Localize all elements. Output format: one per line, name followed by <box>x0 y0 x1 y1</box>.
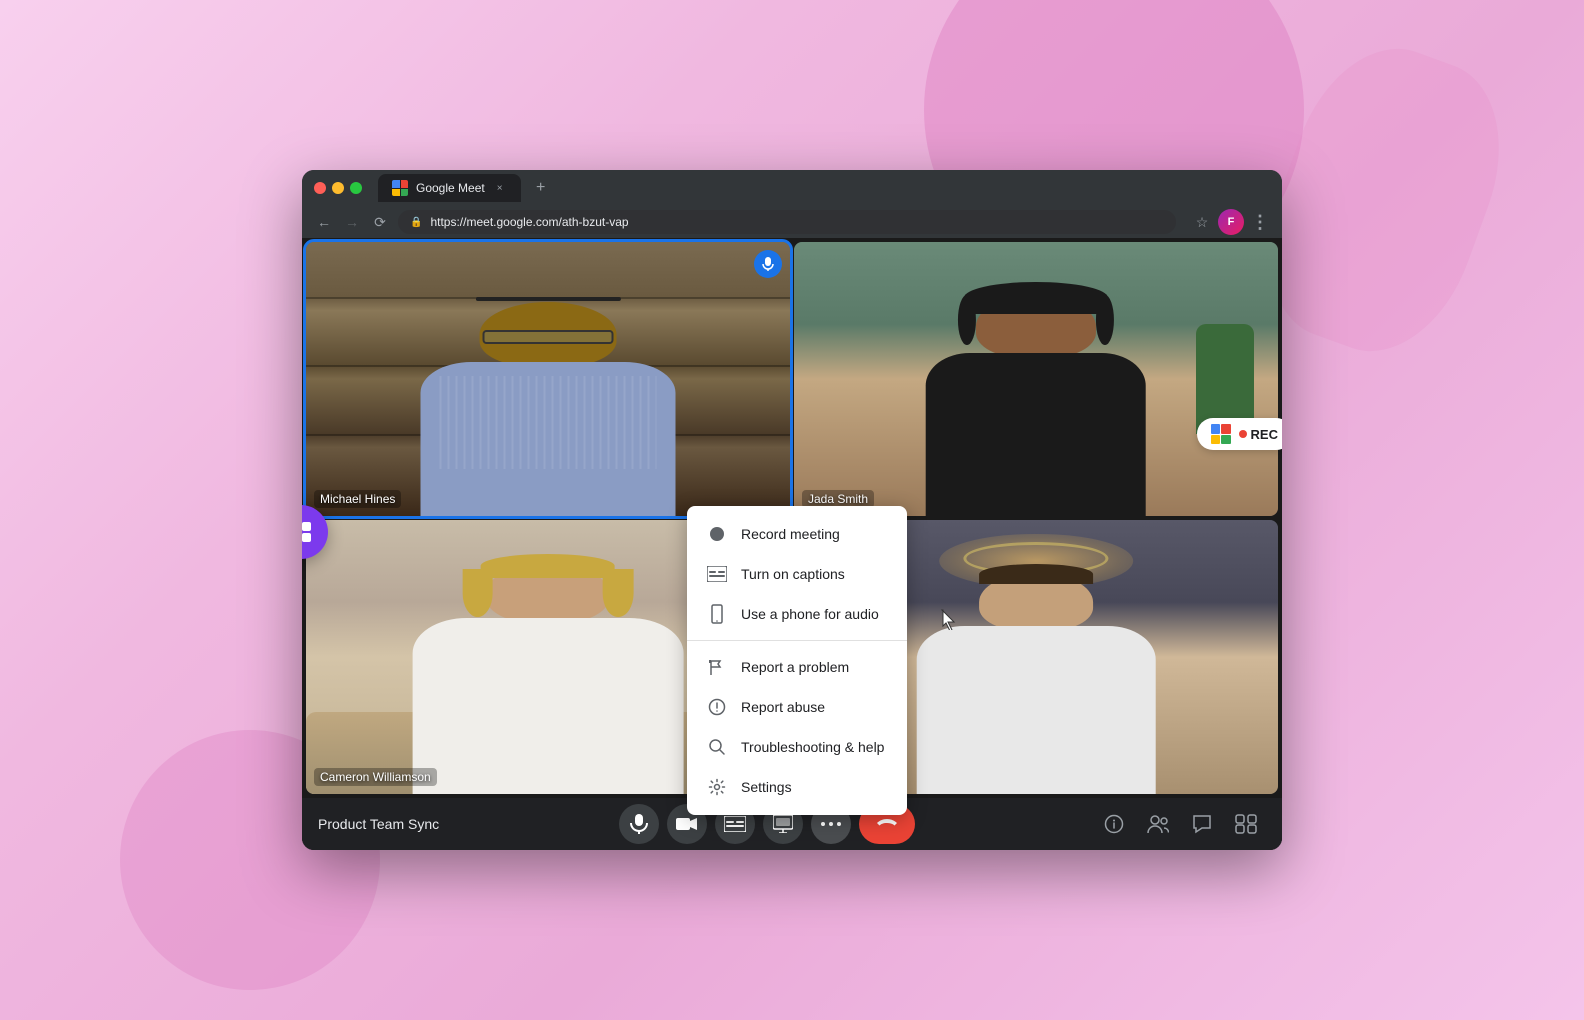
video-tile-michael: Michael Hines <box>306 242 790 516</box>
browser-addressbar: ← → ⟳ 🔒 https://meet.google.com/ath-bzut… <box>302 206 1282 238</box>
traffic-lights <box>314 182 362 194</box>
browser-chrome: Google Meet × + ← → ⟳ 🔒 https://meet.goo… <box>302 170 1282 238</box>
new-tab-button[interactable]: + <box>529 176 553 200</box>
search-svg <box>708 738 726 756</box>
toolbar-right <box>1094 804 1266 844</box>
participant-name-cameron: Cameron Williamson <box>314 768 437 786</box>
more-options-button[interactable]: ⋮ <box>1250 212 1270 232</box>
present-toolbar-icon <box>773 815 793 833</box>
menu-item-phone-label: Use a phone for audio <box>741 606 879 622</box>
mic-icon <box>762 257 774 271</box>
context-menu: Record meeting Turn on captions <box>687 506 907 815</box>
warning-svg <box>708 698 726 716</box>
participant-name-michael: Michael Hines <box>314 490 401 508</box>
activities-button[interactable] <box>1226 804 1266 844</box>
chat-icon <box>1192 814 1212 834</box>
record-svg <box>708 525 726 543</box>
search-icon <box>707 737 727 757</box>
tab-title: Google Meet <box>416 181 485 195</box>
people-icon <box>1147 814 1169 834</box>
microphone-button[interactable] <box>619 804 659 844</box>
refresh-button[interactable]: ⟳ <box>370 212 390 232</box>
menu-divider-1 <box>687 640 907 641</box>
menu-item-settings-label: Settings <box>741 779 792 795</box>
menu-item-phone[interactable]: Use a phone for audio <box>687 594 907 634</box>
back-button[interactable]: ← <box>314 212 334 232</box>
menu-item-settings[interactable]: Settings <box>687 767 907 807</box>
menu-item-captions[interactable]: Turn on captions <box>687 554 907 594</box>
meet-content: Michael Hines <box>302 238 1282 850</box>
close-button[interactable] <box>314 182 326 194</box>
menu-item-report-abuse[interactable]: Report abuse <box>687 687 907 727</box>
info-button[interactable] <box>1094 804 1134 844</box>
rec-indicator: REC <box>1239 427 1278 442</box>
captions-icon <box>707 564 727 584</box>
mic-indicator-michael <box>754 250 782 278</box>
menu-item-troubleshoot[interactable]: Troubleshooting & help <box>687 727 907 767</box>
menu-item-report-abuse-label: Report abuse <box>741 699 825 715</box>
bookmark-button[interactable]: ☆ <box>1192 212 1212 232</box>
lock-icon: 🔒 <box>410 217 422 228</box>
captions-toolbar-icon <box>724 816 746 832</box>
menu-item-report-problem[interactable]: Report a problem <box>687 647 907 687</box>
settings-svg <box>708 778 726 796</box>
address-bar[interactable]: 🔒 https://meet.google.com/ath-bzut-vap <box>398 210 1176 234</box>
menu-item-report-problem-label: Report a problem <box>741 659 849 675</box>
people-button[interactable] <box>1138 804 1178 844</box>
phone-icon <box>707 604 727 624</box>
meeting-name: Product Team Sync <box>318 816 439 832</box>
warning-icon <box>707 697 727 717</box>
tab-close-button[interactable]: × <box>493 181 507 195</box>
menu-item-record[interactable]: Record meeting <box>687 514 907 554</box>
mic-toolbar-icon <box>630 814 648 834</box>
browser-titlebar: Google Meet × + <box>302 170 1282 206</box>
activities-icon <box>1235 814 1257 834</box>
menu-item-troubleshoot-label: Troubleshooting & help <box>741 739 884 755</box>
flag-icon <box>707 657 727 677</box>
menu-item-captions-label: Turn on captions <box>741 566 845 582</box>
settings-icon <box>707 777 727 797</box>
url-text: https://meet.google.com/ath-bzut-vap <box>430 215 628 229</box>
browser-window: Google Meet × + ← → ⟳ 🔒 https://meet.goo… <box>302 170 1282 850</box>
phone-svg <box>709 604 725 624</box>
google-meet-rec-icon <box>1211 424 1231 444</box>
profile-avatar[interactable]: F <box>1218 209 1244 235</box>
browser-actions: ☆ F ⋮ <box>1192 209 1270 235</box>
record-icon <box>707 524 727 544</box>
video-tile-jada: Jada Smith <box>794 242 1278 516</box>
end-call-icon <box>876 817 898 831</box>
menu-item-record-label: Record meeting <box>741 526 840 542</box>
tab-favicon <box>392 180 408 196</box>
flag-svg <box>708 658 726 676</box>
browser-tab[interactable]: Google Meet × <box>378 174 521 202</box>
chat-button[interactable] <box>1182 804 1222 844</box>
maximize-button[interactable] <box>350 182 362 194</box>
rec-text: REC <box>1251 427 1278 442</box>
camera-toolbar-icon <box>676 816 698 832</box>
more-icon <box>821 821 841 827</box>
minimize-button[interactable] <box>332 182 344 194</box>
info-icon <box>1104 814 1124 834</box>
floating-icon-svg <box>302 520 313 544</box>
forward-button[interactable]: → <box>342 212 362 232</box>
rec-badge: REC <box>1197 418 1282 450</box>
rec-dot <box>1239 430 1247 438</box>
captions-svg <box>707 566 727 582</box>
